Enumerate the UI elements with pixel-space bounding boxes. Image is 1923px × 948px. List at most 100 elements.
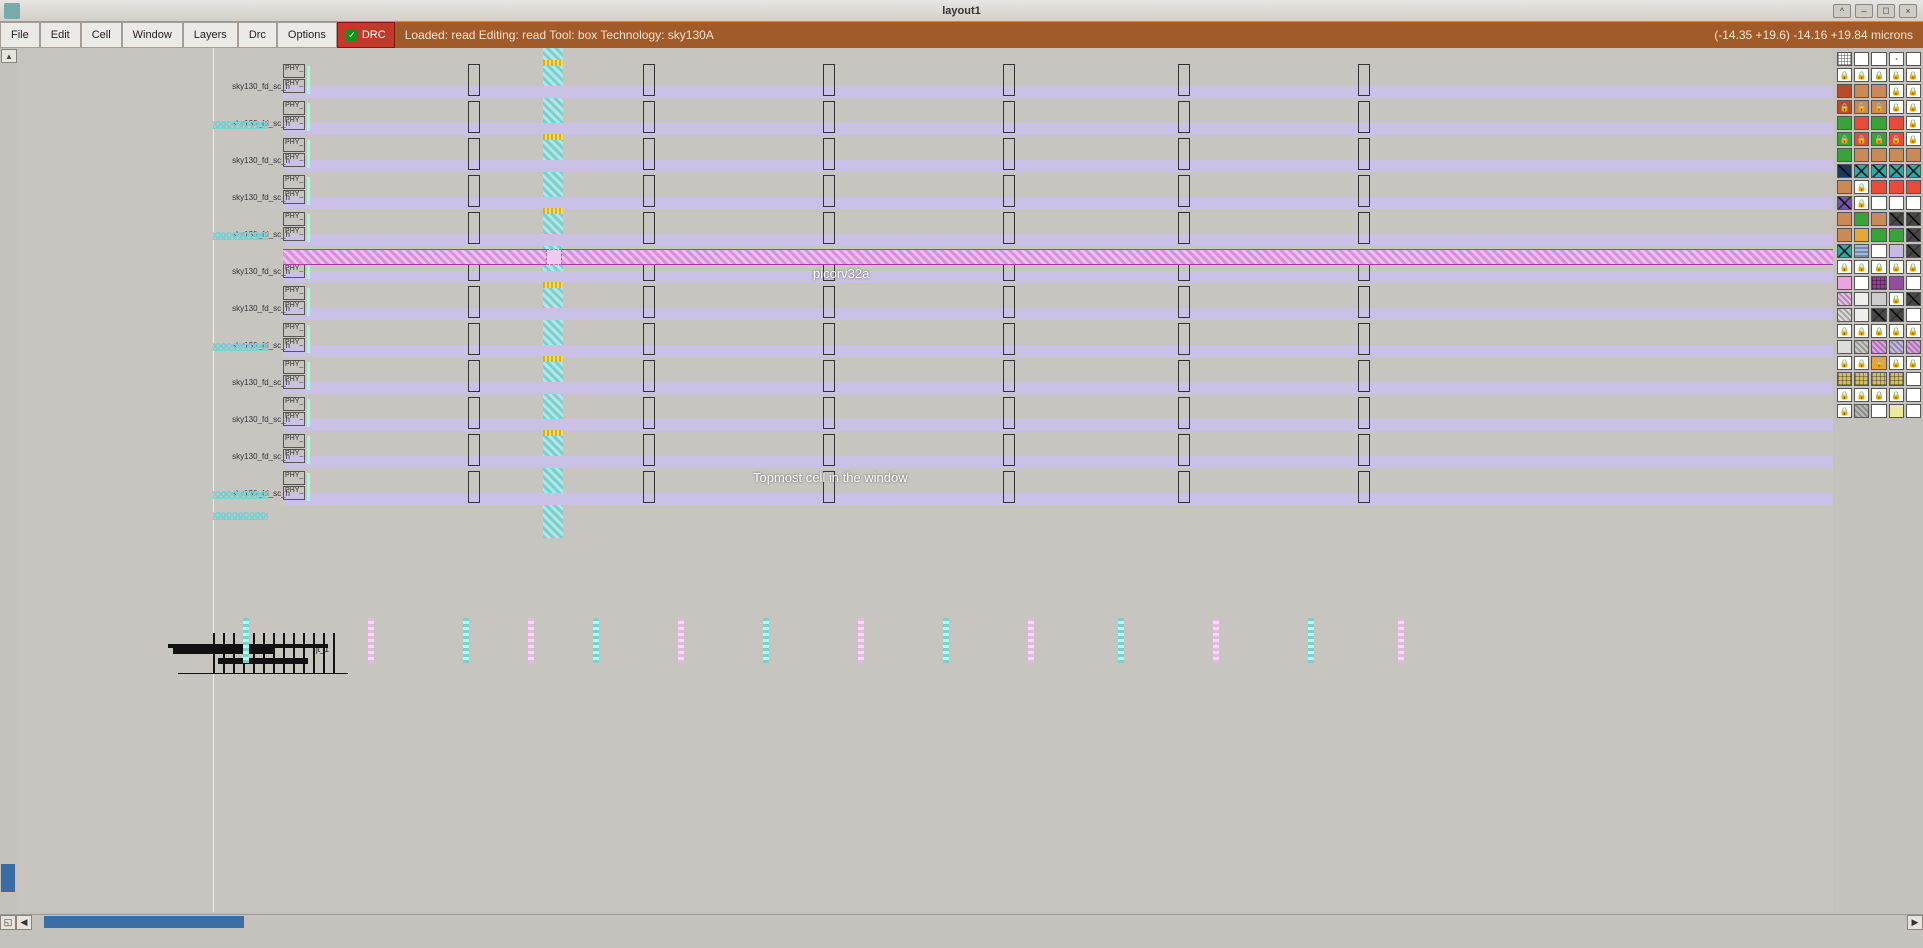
layer-swatch[interactable] [1906, 372, 1921, 386]
layer-swatch[interactable] [1837, 100, 1852, 114]
layer-swatch[interactable] [1837, 244, 1852, 258]
vscroll-thumb[interactable] [1, 864, 15, 892]
layer-swatch[interactable] [1889, 260, 1904, 274]
layer-swatch[interactable] [1889, 68, 1904, 82]
layer-swatch[interactable] [1854, 68, 1869, 82]
layer-swatch[interactable] [1889, 292, 1904, 306]
layer-swatch[interactable] [1837, 388, 1852, 402]
layer-swatch[interactable] [1889, 148, 1904, 162]
layer-swatch[interactable] [1854, 340, 1869, 354]
layer-swatch[interactable] [1837, 148, 1852, 162]
layer-swatch[interactable] [1871, 148, 1886, 162]
layer-swatch[interactable] [1871, 388, 1886, 402]
layer-swatch[interactable] [1906, 212, 1921, 226]
layer-swatch[interactable] [1906, 100, 1921, 114]
scroll-left-button[interactable]: ◀ [16, 915, 32, 930]
scroll-up-button[interactable]: ▲ [1, 49, 17, 63]
layer-swatch[interactable] [1906, 84, 1921, 98]
layer-swatch[interactable] [1837, 340, 1852, 354]
layer-swatch[interactable] [1854, 164, 1869, 178]
layer-swatch[interactable] [1871, 244, 1886, 258]
layer-swatch[interactable] [1906, 340, 1921, 354]
layer-swatch[interactable] [1837, 132, 1852, 146]
layer-swatch[interactable] [1889, 196, 1904, 210]
hscroll-thumb[interactable] [44, 916, 244, 928]
layer-swatch[interactable] [1871, 212, 1886, 226]
layer-swatch[interactable] [1871, 292, 1886, 306]
layer-swatch[interactable] [1854, 100, 1869, 114]
layer-swatch[interactable] [1889, 308, 1904, 322]
layer-swatch[interactable] [1837, 260, 1852, 274]
layer-swatch[interactable] [1889, 212, 1904, 226]
layer-swatch[interactable] [1889, 244, 1904, 258]
menu-options[interactable]: Options [277, 22, 337, 48]
layer-swatch[interactable] [1837, 228, 1852, 242]
layer-swatch[interactable] [1906, 132, 1921, 146]
layer-swatch[interactable] [1854, 84, 1869, 98]
maximize-button[interactable]: ◻ [1877, 4, 1895, 18]
layer-swatch[interactable] [1906, 244, 1921, 258]
layer-swatch[interactable] [1871, 116, 1886, 130]
close-button[interactable]: × [1899, 4, 1917, 18]
layer-swatch[interactable] [1906, 276, 1921, 290]
layer-swatch[interactable] [1837, 276, 1852, 290]
layer-swatch[interactable] [1854, 276, 1869, 290]
layer-swatch[interactable] [1871, 196, 1886, 210]
layer-swatch[interactable] [1889, 228, 1904, 242]
layer-swatch[interactable] [1854, 52, 1869, 66]
layer-swatch[interactable] [1837, 180, 1852, 194]
layer-swatch[interactable] [1889, 340, 1904, 354]
minimize-button[interactable]: – [1855, 4, 1873, 18]
horizontal-scrollbar[interactable]: ◱ ◀ ▶ [0, 914, 1923, 930]
layer-swatch[interactable] [1871, 180, 1886, 194]
layer-swatch[interactable] [1837, 308, 1852, 322]
layer-swatch[interactable] [1889, 116, 1904, 130]
layer-swatch[interactable] [1854, 308, 1869, 322]
layer-swatch[interactable] [1871, 164, 1886, 178]
layer-swatch[interactable] [1854, 196, 1869, 210]
layer-swatch[interactable] [1837, 164, 1852, 178]
layer-swatch[interactable] [1837, 292, 1852, 306]
roll-up-button[interactable]: ^ [1833, 4, 1851, 18]
layer-swatch[interactable] [1837, 68, 1852, 82]
layer-swatch[interactable] [1871, 404, 1886, 418]
layer-swatch[interactable] [1871, 372, 1886, 386]
layer-swatch[interactable] [1871, 100, 1886, 114]
layer-swatch[interactable] [1889, 404, 1904, 418]
layer-swatch[interactable] [1871, 276, 1886, 290]
layer-swatch[interactable] [1906, 228, 1921, 242]
layer-swatch[interactable] [1854, 324, 1869, 338]
layer-swatch[interactable] [1906, 68, 1921, 82]
layer-swatch[interactable] [1854, 180, 1869, 194]
layer-swatch[interactable] [1906, 180, 1921, 194]
layer-swatch[interactable] [1889, 276, 1904, 290]
layer-swatch[interactable] [1871, 228, 1886, 242]
layer-swatch[interactable] [1871, 52, 1886, 66]
layer-swatch[interactable] [1906, 388, 1921, 402]
layer-swatch[interactable] [1906, 196, 1921, 210]
vertical-scrollbar[interactable]: ▲ [0, 48, 18, 930]
layer-swatch[interactable] [1837, 52, 1852, 66]
layer-swatch[interactable] [1854, 292, 1869, 306]
layer-swatch[interactable] [1889, 84, 1904, 98]
menu-drc[interactable]: Drc [238, 22, 277, 48]
layer-swatch[interactable] [1837, 404, 1852, 418]
layer-swatch[interactable] [1837, 116, 1852, 130]
layer-swatch[interactable] [1871, 308, 1886, 322]
layer-swatch[interactable] [1837, 84, 1852, 98]
layer-swatch[interactable] [1906, 308, 1921, 322]
layer-swatch[interactable] [1871, 132, 1886, 146]
layer-swatch[interactable] [1906, 404, 1921, 418]
layer-swatch[interactable] [1889, 100, 1904, 114]
layer-swatch[interactable] [1854, 116, 1869, 130]
layer-swatch[interactable] [1906, 324, 1921, 338]
layer-swatch[interactable] [1854, 388, 1869, 402]
layer-swatch[interactable] [1854, 212, 1869, 226]
menu-layers[interactable]: Layers [183, 22, 238, 48]
layer-swatch[interactable] [1889, 356, 1904, 370]
layer-swatch[interactable] [1837, 196, 1852, 210]
menu-cell[interactable]: Cell [81, 22, 122, 48]
layer-swatch[interactable] [1871, 356, 1886, 370]
layer-swatch[interactable] [1889, 132, 1904, 146]
layer-swatch[interactable] [1871, 84, 1886, 98]
